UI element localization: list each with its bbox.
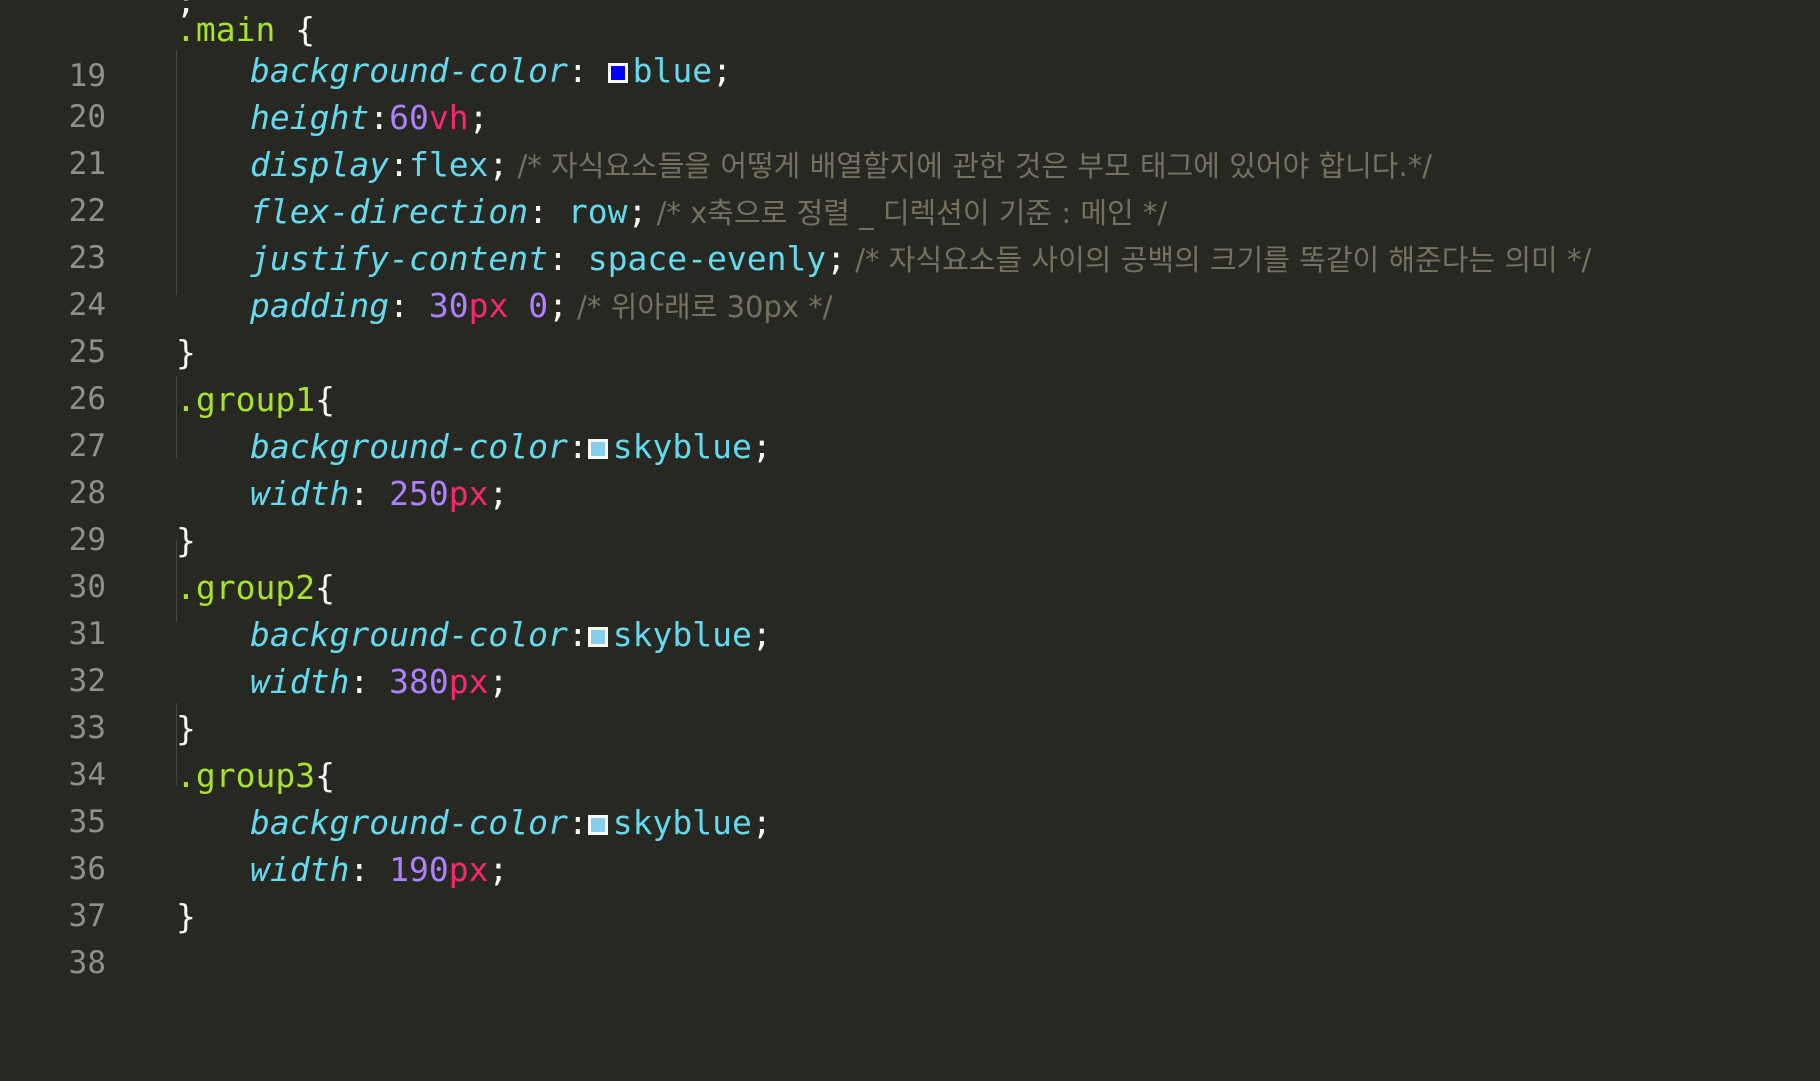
code-line[interactable]: 20 background-color: blue;: [0, 47, 1820, 135]
css-value: blue: [632, 51, 713, 90]
css-unit: vh: [428, 98, 469, 137]
code-comment: /* 자식요소들을 어떻게 배열할지에 관한 것은 부모 태그에 있어야 합니다…: [508, 149, 1432, 183]
line-number: 38: [68, 945, 106, 981]
code-line[interactable]: 29 width: 250px;: [0, 470, 1820, 558]
css-property: background-color: [250, 615, 568, 654]
close-brace: }: [176, 521, 196, 560]
semicolon: ;: [751, 427, 772, 466]
colon: :: [567, 51, 608, 90]
code-line[interactable]: 30 }: [0, 517, 1820, 605]
semicolon: ;: [548, 286, 568, 325]
colon: :: [349, 474, 390, 513]
code-line[interactable]: 36 background-color: skyblue;: [0, 799, 1820, 887]
semicolon: ;: [751, 615, 772, 654]
css-value: flex: [408, 145, 489, 184]
css-number: 250: [389, 474, 449, 513]
colon: :: [548, 239, 588, 278]
code-line[interactable]: 25 padding: 30px 0; /* 위아래로 30px */: [0, 282, 1820, 370]
semicolon: ;: [488, 474, 509, 513]
css-property: background-color: [250, 427, 568, 466]
code-line[interactable]: 19 .main {: [0, 6, 1820, 94]
colon: :: [567, 803, 588, 842]
open-brace: {: [315, 756, 335, 795]
colon: :: [567, 615, 588, 654]
css-number: 0: [508, 286, 549, 325]
semicolon: ;: [488, 850, 509, 889]
code-line[interactable]: 21 height:60vh;: [0, 94, 1820, 182]
semicolon: ;: [468, 98, 489, 137]
colon: :: [528, 192, 568, 231]
css-value: space-evenly: [587, 239, 827, 278]
open-brace: {: [315, 568, 335, 607]
color-swatch-skyblue-icon[interactable]: [587, 815, 608, 835]
close-brace: }: [176, 709, 196, 748]
semicolon: ;: [826, 239, 847, 278]
css-property: width: [250, 474, 350, 513]
colon: :: [389, 145, 409, 184]
css-number: 30: [428, 286, 469, 325]
code-line[interactable]: 38 }: [0, 893, 1820, 981]
code-comment: /* 위아래로 30px */: [567, 290, 833, 324]
code-line[interactable]: 22 display:flex; /* 자식요소들을 어떻게 배열할지에 관한 …: [0, 141, 1820, 229]
colon: :: [567, 427, 588, 466]
code-line[interactable]: 32 background-color: skyblue;: [0, 611, 1820, 699]
css-property: width: [250, 850, 350, 889]
css-property: justify-content: [250, 239, 549, 278]
css-property: padding: [250, 286, 390, 325]
css-unit: px: [448, 474, 489, 513]
close-brace: }: [176, 333, 196, 372]
semicolon: ;: [751, 803, 772, 842]
code-line[interactable]: 33 width: 380px;: [0, 658, 1820, 746]
semicolon: ;: [488, 662, 509, 701]
css-selector: .group3: [176, 756, 316, 795]
color-swatch-skyblue-icon[interactable]: [587, 627, 608, 647]
css-property: background-color: [250, 51, 568, 90]
css-selector: .group2: [176, 568, 316, 607]
css-unit: px: [448, 850, 489, 889]
css-property: width: [250, 662, 350, 701]
css-number: 190: [389, 850, 449, 889]
code-line[interactable]: 23 flex-direction: row; /* x축으로 정렬 _ 디렉션…: [0, 188, 1820, 276]
code-line[interactable]: 24 justify-content: space-evenly; /* 자식요…: [0, 235, 1820, 323]
colon: :: [369, 98, 390, 137]
css-selector: .main: [176, 10, 276, 49]
code-line[interactable]: 35 .group3{: [0, 752, 1820, 840]
code-line[interactable]: 28 background-color: skyblue;: [0, 423, 1820, 511]
close-brace: }: [176, 897, 196, 936]
code-line[interactable]: 26 }: [0, 329, 1820, 417]
color-swatch-blue-icon[interactable]: [607, 63, 628, 83]
code-line[interactable]: 34 }: [0, 705, 1820, 793]
css-unit: px: [468, 286, 509, 325]
colon: :: [389, 286, 429, 325]
code-comment: /* 자식요소들 사이의 공백의 크기를 똑같이 해준다는 의미 */: [846, 243, 1592, 277]
css-number: 380: [389, 662, 449, 701]
css-unit: px: [448, 662, 489, 701]
css-value: row: [567, 192, 628, 231]
css-value: skyblue: [612, 615, 752, 654]
css-value: skyblue: [612, 803, 752, 842]
colon: :: [349, 850, 390, 889]
css-number: 60: [389, 98, 429, 137]
code-line[interactable]: 37 width: 190px;: [0, 846, 1820, 934]
css-selector: .group1: [176, 380, 316, 419]
css-property: display: [250, 145, 390, 184]
css-value: skyblue: [612, 427, 752, 466]
code-comment: /* x축으로 정렬 _ 디렉션이 기준 : 메인 */: [647, 196, 1168, 230]
semicolon: ;: [488, 145, 509, 184]
open-brace: {: [315, 380, 335, 419]
semicolon: ;: [627, 192, 648, 231]
semicolon: ;: [712, 51, 732, 90]
color-swatch-skyblue-icon[interactable]: [587, 439, 608, 459]
code-editor[interactable]: ; 19 .main { 20 background-color: blue; …: [0, 0, 1820, 981]
open-brace: {: [275, 10, 316, 49]
colon: :: [349, 662, 390, 701]
code-line[interactable]: 27 .group1{: [0, 376, 1820, 464]
code-line[interactable]: 31 .group2{: [0, 564, 1820, 652]
css-property: flex-direction: [250, 192, 529, 231]
css-property: height: [250, 98, 370, 137]
css-property: background-color: [250, 803, 568, 842]
